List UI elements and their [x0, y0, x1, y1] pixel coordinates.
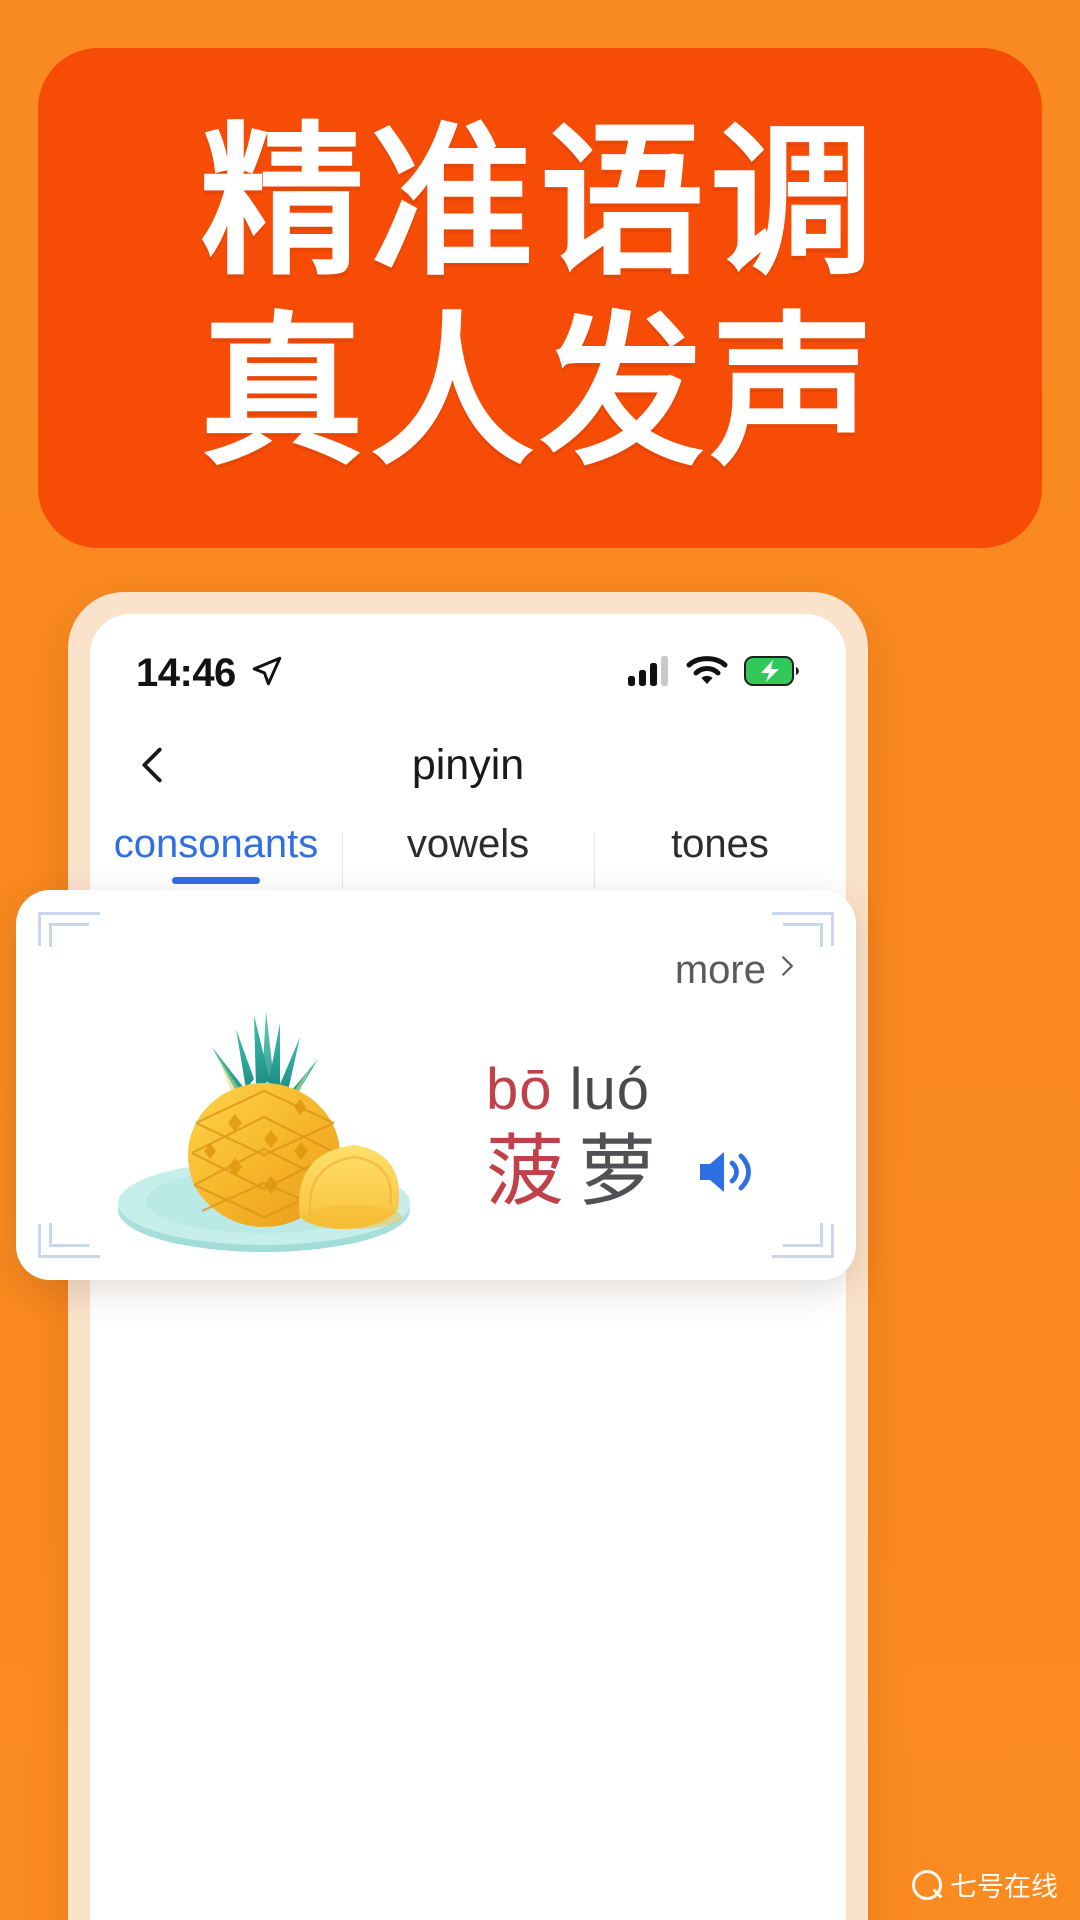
banner-headline-line-1: 精准语调 — [199, 111, 880, 295]
tab-vowels-label: vowels — [406, 822, 530, 866]
cellular-signal-icon — [628, 655, 670, 691]
hanzi-word: 菠萝 — [486, 1133, 670, 1211]
location-arrow-icon — [250, 654, 284, 693]
tab-consonants-label: consonants — [113, 822, 319, 866]
pinyin-syllable-1: bō — [486, 1056, 553, 1122]
tab-tones-label: tones — [671, 822, 769, 866]
card-body: bō luó 菠萝 — [16, 986, 856, 1280]
promo-page: 精准语调 真人发声 14:46 pinyin consonants vowels… — [0, 0, 1080, 1920]
word-detail-card: more bō luó 菠萝 — [16, 890, 856, 1280]
status-bar-right — [628, 655, 800, 691]
card-corner-ornament-top-left — [38, 912, 100, 964]
wifi-icon — [686, 655, 728, 691]
page-title: pinyin — [411, 740, 525, 789]
speaker-volume-icon[interactable] — [694, 1144, 754, 1200]
watermark-search-icon — [912, 1869, 942, 1900]
watermark-label: 七号在线 — [950, 1872, 1058, 1902]
chevron-left-icon[interactable] — [130, 742, 176, 788]
word-text-block: bō luó 菠萝 — [476, 1056, 856, 1211]
pinyin-syllable-2: luó — [569, 1056, 651, 1122]
navigation-bar: pinyin — [90, 710, 846, 820]
battery-charging-icon — [744, 655, 800, 691]
promo-banner: 精准语调 真人发声 — [38, 48, 1042, 548]
pineapple-illustration — [56, 993, 476, 1273]
status-time: 14:46 — [136, 650, 236, 695]
tab-active-indicator — [172, 877, 260, 884]
status-bar-left: 14:46 — [136, 651, 284, 696]
hanzi-char-2: 萝 — [578, 1126, 671, 1217]
banner-headline-line-2: 真人发声 — [199, 301, 880, 484]
hanzi-row: 菠萝 — [486, 1133, 754, 1211]
status-bar: 14:46 — [90, 614, 846, 710]
pinyin-reading: bō luó — [486, 1056, 650, 1123]
watermark: 七号在线 — [912, 1865, 1058, 1904]
hanzi-char-1: 菠 — [486, 1126, 579, 1217]
